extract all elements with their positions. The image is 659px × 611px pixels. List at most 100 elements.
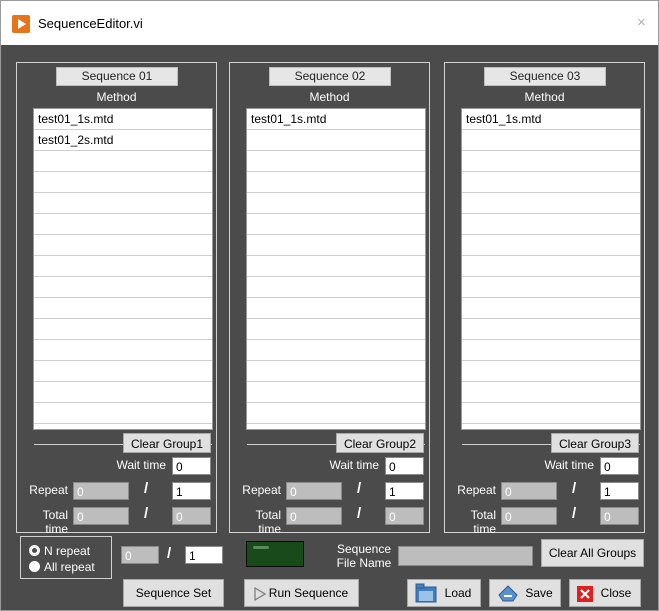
total-time-current: 0 — [501, 507, 557, 525]
method-list-item[interactable] — [462, 382, 640, 403]
method-list-item[interactable] — [247, 235, 425, 256]
sequence-3-label: Sequence 03 — [484, 67, 606, 86]
total-time-current: 0 — [73, 507, 129, 525]
method-list-item[interactable] — [462, 403, 640, 424]
method-list-item[interactable] — [34, 277, 212, 298]
method-list-item[interactable] — [247, 277, 425, 298]
method-list-item[interactable] — [462, 256, 640, 277]
method-list-item[interactable] — [462, 193, 640, 214]
wait-time-input[interactable]: 0 — [385, 457, 424, 475]
method-list-item[interactable]: test01_2s.mtd — [34, 130, 212, 151]
total-time-slash: / — [572, 505, 577, 522]
n-repeat-slash: / — [167, 545, 172, 562]
method-list-item[interactable] — [34, 319, 212, 340]
method-list-item[interactable] — [247, 214, 425, 235]
method-list-item[interactable] — [34, 214, 212, 235]
n-repeat-total[interactable]: 1 — [185, 546, 223, 564]
load-label: Load — [444, 586, 472, 600]
method-list-item[interactable] — [34, 151, 212, 172]
radio-n-repeat[interactable]: N repeat — [29, 544, 109, 558]
wait-time-label: Wait time — [544, 458, 594, 472]
repeat-current: 0 — [286, 482, 342, 500]
method-list-item[interactable] — [247, 298, 425, 319]
save-button[interactable]: Save — [489, 579, 561, 607]
clear-group-3-button[interactable]: Clear Group3 — [551, 433, 639, 453]
wait-time-label: Wait time — [116, 458, 166, 472]
repeat-total-input[interactable]: 1 — [172, 482, 211, 500]
sequence-panel-2: Sequence 02 Method test01_1s.mtd Clear G… — [229, 62, 430, 536]
sequence-1-label: Sequence 01 — [56, 67, 178, 86]
method-list-item[interactable] — [247, 256, 425, 277]
repeat-total-input[interactable]: 1 — [385, 482, 424, 500]
repeat-label: Repeat — [457, 483, 496, 497]
method-list-item[interactable] — [34, 235, 212, 256]
method-list-item[interactable] — [247, 130, 425, 151]
repeat-slash: / — [357, 480, 362, 497]
method-list-item[interactable] — [34, 361, 212, 382]
radio-all-repeat[interactable]: All repeat — [29, 560, 109, 574]
total-time-label: Total time — [470, 508, 496, 536]
method-list-item[interactable] — [34, 403, 212, 424]
method-list[interactable]: test01_1s.mtd — [461, 108, 641, 445]
method-list-item[interactable] — [462, 319, 640, 340]
method-list-item[interactable] — [247, 403, 425, 424]
method-list-item[interactable] — [34, 256, 212, 277]
method-list[interactable]: test01_1s.mtd test01_2s.mtd — [33, 108, 213, 445]
method-list-item[interactable] — [34, 193, 212, 214]
method-header: Method — [524, 90, 565, 104]
close-icon — [577, 586, 593, 602]
app-icon — [12, 15, 30, 33]
method-list-item[interactable]: test01_1s.mtd — [247, 109, 425, 130]
close-button[interactable]: Close — [569, 579, 641, 607]
radio-n-repeat-label: N repeat — [44, 544, 91, 558]
n-repeat-current: 0 — [121, 546, 159, 564]
method-list-item[interactable] — [247, 361, 425, 382]
window-close-button[interactable]: × — [637, 14, 646, 31]
method-list-item[interactable] — [247, 193, 425, 214]
title-bar: SequenceEditor.vi × — [1, 1, 658, 45]
method-list-item[interactable] — [462, 235, 640, 256]
method-list-item[interactable] — [462, 340, 640, 361]
method-list-item[interactable] — [247, 151, 425, 172]
method-list-item[interactable] — [34, 298, 212, 319]
run-sequence-button[interactable]: Run Sequence — [244, 579, 359, 607]
method-list-item[interactable] — [34, 172, 212, 193]
play-icon — [254, 587, 266, 601]
wait-time-input[interactable]: 0 — [600, 457, 639, 475]
radio-all-repeat-label: All repeat — [44, 560, 95, 574]
method-list-item[interactable] — [462, 277, 640, 298]
method-list-item[interactable] — [34, 340, 212, 361]
clear-group-2-button[interactable]: Clear Group2 — [336, 433, 424, 453]
method-list-item[interactable] — [247, 382, 425, 403]
sequence-file-name-label: Sequence File Name — [331, 542, 397, 570]
method-list-item[interactable] — [462, 214, 640, 235]
total-time-label: Total time — [255, 508, 281, 536]
method-list-item[interactable] — [462, 172, 640, 193]
method-list[interactable]: test01_1s.mtd — [246, 108, 426, 445]
sequence-file-name-field[interactable] — [398, 546, 533, 566]
sequence-set-button[interactable]: Sequence Set — [123, 579, 224, 607]
method-list-item[interactable]: test01_1s.mtd — [34, 109, 212, 130]
method-list-item[interactable]: test01_1s.mtd — [462, 109, 640, 130]
method-list-item[interactable] — [247, 172, 425, 193]
client-area: Sequence 01 Method test01_1s.mtd test01_2… — [1, 45, 658, 610]
repeat-slash: / — [572, 480, 577, 497]
method-list-item[interactable] — [34, 382, 212, 403]
method-list-item[interactable] — [247, 340, 425, 361]
total-time-total: 0 — [600, 507, 639, 525]
method-list-item[interactable] — [247, 319, 425, 340]
repeat-total-input[interactable]: 1 — [600, 482, 639, 500]
save-label: Save — [525, 586, 553, 600]
clear-group-1-button[interactable]: Clear Group1 — [123, 433, 211, 453]
load-button[interactable]: Load — [407, 579, 481, 607]
clear-all-groups-button[interactable]: Clear All Groups — [541, 539, 644, 567]
sequence-file-label-line2: File Name — [336, 556, 392, 570]
method-list-item[interactable] — [462, 130, 640, 151]
method-header: Method — [96, 90, 137, 104]
total-time-current: 0 — [286, 507, 342, 525]
total-time-total: 0 — [385, 507, 424, 525]
method-list-item[interactable] — [462, 298, 640, 319]
method-list-item[interactable] — [462, 151, 640, 172]
method-list-item[interactable] — [462, 361, 640, 382]
wait-time-input[interactable]: 0 — [172, 457, 211, 475]
